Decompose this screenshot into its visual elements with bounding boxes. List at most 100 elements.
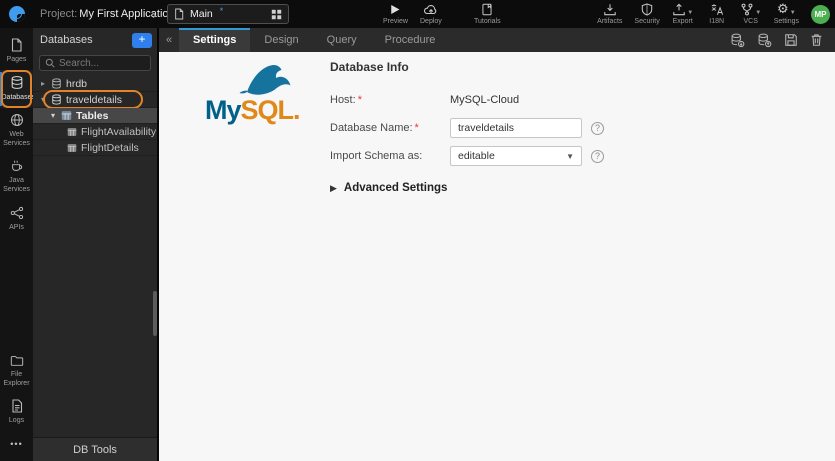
rail-more-button[interactable]: ••• xyxy=(10,431,22,457)
page-tab-label: Main xyxy=(190,8,213,20)
tree-item-label: FlightDetails xyxy=(81,141,139,154)
export-button[interactable]: ▼ Export xyxy=(672,2,694,25)
tree-item-flightdetails[interactable]: FlightDetails xyxy=(33,140,157,156)
db-tools-button[interactable]: DB Tools xyxy=(33,437,157,461)
folder-icon xyxy=(10,354,24,367)
branch-icon xyxy=(740,3,754,16)
search-icon xyxy=(45,58,55,68)
artifacts-button[interactable]: Artifacts xyxy=(597,2,622,25)
wavemaker-logo-icon[interactable] xyxy=(0,0,33,28)
rail-item-databases[interactable]: Databases xyxy=(0,70,35,109)
tab-settings[interactable]: Settings xyxy=(179,28,251,52)
tutorials-button[interactable]: Tutorials xyxy=(474,2,501,25)
host-row: Host: * MySQL-Cloud xyxy=(330,90,660,110)
tab-procedure[interactable]: Procedure xyxy=(371,28,450,52)
expander-collapsed-icon: ▶ xyxy=(330,182,337,193)
rail-item-apis[interactable]: APIs xyxy=(0,201,33,238)
selected-option: editable xyxy=(458,150,495,162)
logo-text-sql: SQL xyxy=(241,95,294,125)
save-icon[interactable] xyxy=(784,33,798,47)
database-name-row: Database Name:* ? xyxy=(330,118,660,138)
security-button[interactable]: Security xyxy=(634,2,660,25)
i18n-button[interactable]: I18N xyxy=(706,2,728,25)
required-marker: * xyxy=(414,122,419,134)
user-avatar[interactable]: MP xyxy=(811,5,830,24)
panel-header: Databases + xyxy=(33,28,157,52)
add-database-button[interactable]: + xyxy=(132,32,152,48)
tree-item-label: traveldetails xyxy=(66,93,123,106)
tutorials-group: Tutorials xyxy=(474,2,501,25)
rail-item-java-services[interactable]: Java Services xyxy=(0,154,33,200)
advanced-settings-toggle[interactable]: ▶ Advanced Settings xyxy=(330,182,660,194)
export-db-icon[interactable] xyxy=(757,33,772,48)
preview-button[interactable]: Preview xyxy=(383,2,408,25)
gear-icon: ⚙ xyxy=(777,2,789,17)
table-icon xyxy=(67,143,77,153)
coffee-cup-icon xyxy=(10,159,24,173)
settings-actions-group: Artifacts Security ▼ Export I18N ▼ VCS ⚙… xyxy=(597,2,830,25)
project-name: My First Application xyxy=(79,8,175,20)
reimport-schema-icon[interactable] xyxy=(730,33,745,48)
chevron-down-icon: ▼ xyxy=(789,10,796,16)
tab-query[interactable]: Query xyxy=(313,28,371,52)
project-label: Project: xyxy=(40,8,78,20)
help-icon[interactable]: ? xyxy=(591,121,604,135)
table-icon xyxy=(67,127,77,137)
left-rail: Pages Databases Web Services Java Servic… xyxy=(0,28,35,461)
expander-expanded-icon[interactable]: ▾ xyxy=(49,111,57,120)
rail-item-file-explorer[interactable]: File Explorer xyxy=(0,349,33,394)
upload-tray-icon xyxy=(672,3,686,16)
tree-search[interactable] xyxy=(39,55,151,71)
mysql-dolphin xyxy=(247,64,291,95)
logo-text-my: My xyxy=(205,95,241,125)
database-icon xyxy=(51,78,62,89)
api-nodes-icon xyxy=(10,206,24,220)
db-toolbar xyxy=(730,28,835,52)
tree-item-traveldetails[interactable]: ▾ traveldetails xyxy=(33,90,157,109)
search-input[interactable] xyxy=(59,57,145,69)
settings-content: MySQL. Database Info Host: * MySQL-Cloud … xyxy=(159,52,835,461)
chevron-down-icon: ▼ xyxy=(755,10,762,16)
help-icon[interactable]: ? xyxy=(591,149,604,163)
tree-item-hrdb[interactable]: ▸ hrdb xyxy=(33,76,157,92)
import-schema-select[interactable]: editable ▼ xyxy=(450,146,582,166)
import-schema-label: Import Schema as: xyxy=(330,150,423,162)
rail-item-pages[interactable]: Pages xyxy=(0,33,33,70)
collapse-panel-button[interactable]: « xyxy=(159,28,179,52)
expander-expanded-icon[interactable]: ▾ xyxy=(39,95,47,104)
select-arrow-icon: ▼ xyxy=(566,151,574,161)
vcs-button[interactable]: ▼ VCS xyxy=(740,2,762,25)
settings-button[interactable]: ⚙ ▼ Settings xyxy=(774,2,799,25)
tree-item-label: hrdb xyxy=(66,77,88,90)
page-tab-main[interactable]: Main * xyxy=(167,4,289,24)
database-tree: ▸ hrdb ▾ traveldetails ▾ Tables FlightAv… xyxy=(33,76,157,437)
tab-design[interactable]: Design xyxy=(250,28,312,52)
mysql-logo: MySQL. xyxy=(205,62,305,126)
tree-item-label: FlightAvailability xyxy=(81,125,157,138)
expander-collapsed-icon[interactable]: ▸ xyxy=(39,79,47,88)
editor-tabbar: « Settings Design Query Procedure xyxy=(159,28,835,52)
unsaved-indicator: * xyxy=(219,6,224,16)
panel-scrollbar[interactable] xyxy=(153,291,157,336)
svg-text:MySQL.: MySQL. xyxy=(205,95,300,125)
form-heading: Database Info xyxy=(330,60,409,74)
top-bar: Project: My First Application › Main * P… xyxy=(0,0,835,28)
import-schema-row: Import Schema as: editable ▼ ? xyxy=(330,146,660,166)
breadcrumb-chevron-icon: › xyxy=(152,6,157,22)
layout-grid-icon[interactable] xyxy=(271,9,282,20)
required-marker: * xyxy=(357,94,362,106)
database-icon xyxy=(10,75,24,90)
delete-icon[interactable] xyxy=(810,33,823,47)
tree-item-tables[interactable]: ▾ Tables xyxy=(33,108,157,124)
rail-item-web-services[interactable]: Web Services xyxy=(0,108,33,154)
globe-icon xyxy=(10,113,24,127)
rail-item-logs[interactable]: Logs xyxy=(0,394,33,431)
tree-item-flightavailability[interactable]: FlightAvailability xyxy=(33,124,157,140)
translate-icon xyxy=(710,2,724,16)
app-window: Project: My First Application › Main * P… xyxy=(0,0,835,461)
databases-panel: Databases + ▸ hrdb xyxy=(33,28,159,461)
database-name-input[interactable] xyxy=(450,118,582,138)
play-icon xyxy=(389,2,401,16)
host-value: MySQL-Cloud xyxy=(450,94,520,106)
deploy-button[interactable]: Deploy xyxy=(420,2,442,25)
